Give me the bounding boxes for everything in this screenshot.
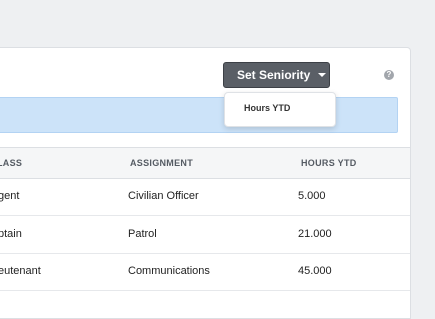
table-row[interactable]: gent Civilian Officer 5.000 xyxy=(0,178,410,216)
cell-assignment: Communications xyxy=(128,265,210,277)
table-header: LASS ASSIGNMENT HOURS YTD xyxy=(0,147,410,179)
table-row[interactable]: ptain Patrol 21.000 xyxy=(0,216,410,254)
column-header-hours-ytd[interactable]: HOURS YTD xyxy=(301,148,357,178)
caret-down-icon xyxy=(318,73,327,77)
set-seniority-label: Set Seniority xyxy=(237,68,311,82)
cell-hours: 5.000 xyxy=(298,190,326,202)
cell-class: gent xyxy=(0,190,20,202)
cell-class: eutenant xyxy=(0,265,41,277)
table-row[interactable]: eutenant Communications 45.000 xyxy=(0,253,410,291)
column-header-assignment[interactable]: ASSIGNMENT xyxy=(130,148,193,178)
set-seniority-button[interactable]: Set Seniority xyxy=(223,62,330,88)
dropdown-item-hours-ytd[interactable]: Hours YTD xyxy=(244,103,290,113)
cell-assignment: Patrol xyxy=(128,228,157,240)
cell-class: ptain xyxy=(0,228,22,240)
seniority-dropdown-menu: Hours YTD xyxy=(224,92,336,127)
info-banner xyxy=(0,97,398,133)
roster-card: Set Seniority ? Hours YTD LASS ASSIGNMEN… xyxy=(0,47,411,319)
cell-hours: 45.000 xyxy=(298,265,332,277)
cell-assignment: Civilian Officer xyxy=(128,190,199,202)
column-header-class[interactable]: LASS xyxy=(0,148,22,178)
help-icon[interactable]: ? xyxy=(384,70,394,80)
cell-hours: 21.000 xyxy=(298,228,332,240)
